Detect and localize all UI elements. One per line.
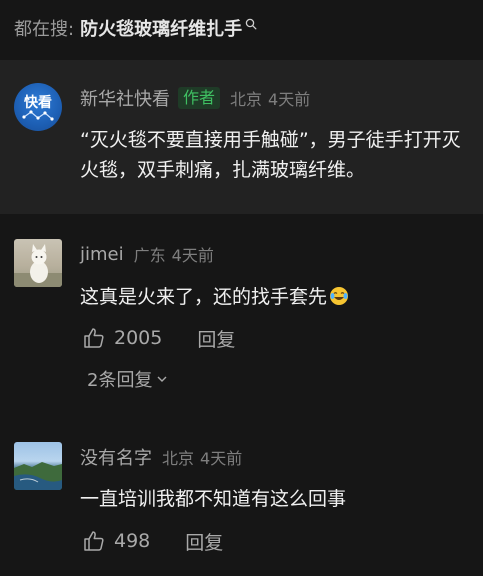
search-suggestion-bar[interactable]: 都在搜: 防火毯玻璃纤维扎手 [0, 0, 483, 56]
author-post-time: 4天前 [268, 90, 311, 109]
author-avatar[interactable]: 快看 [14, 83, 62, 131]
cat-photo-icon [14, 244, 62, 287]
comment-2-text: 一直培训我都不知道有这么回事 [80, 488, 347, 510]
author-badge: 作者 [178, 87, 221, 109]
comment-2-actions: 498 回复 [82, 527, 223, 555]
comment-1-expand-replies[interactable]: 2条回复 [87, 366, 168, 392]
author-post: 快看 新华社快看 作者 北京 4天前 “灭火毯不要直接用手触碰”，男子徒手打开灭… [0, 60, 483, 214]
comment-2-user-name[interactable]: 没有名字 [80, 444, 152, 470]
commenter-avatar-no-name[interactable] [14, 442, 62, 490]
comment-2-name-row: 没有名字 北京 4天前 [80, 444, 242, 470]
comment-1-name-row: jimei 广东 4天前 [80, 241, 214, 267]
comment-1-like-count: 2005 [114, 327, 163, 349]
comment-page: 都在搜: 防火毯玻璃纤维扎手 快看 新华社快看 作者 北京 4天前 “灭火毯不要… [0, 0, 483, 576]
search-query-link[interactable]: 防火毯玻璃纤维扎手 [80, 15, 242, 41]
author-name-row: 新华社快看 作者 北京 4天前 [80, 85, 310, 111]
avatar-constellation-icon [22, 110, 54, 121]
crying-laughing-emoji [330, 287, 349, 305]
comment-1-actions: 2005 回复 [82, 324, 235, 352]
comment-2-like-count: 498 [114, 530, 151, 552]
author-post-text: “灭火毯不要直接用手触碰”，男子徒手打开灭火毯，双手刺痛，扎满玻璃纤维。 [80, 129, 461, 181]
chevron-down-icon [157, 376, 167, 382]
comment-2-location: 北京 [162, 449, 195, 468]
comment-2-time: 4天前 [200, 449, 243, 468]
comment-1-reply-button[interactable]: 回复 [197, 325, 235, 352]
comment-1-text-row: 这真是火来了，还的找手套先 [80, 283, 349, 311]
thumbs-up-icon[interactable] [82, 326, 106, 350]
comment-1-time: 4天前 [171, 246, 214, 265]
author-user-name[interactable]: 新华社快看 [80, 85, 170, 111]
expand-replies-label: 2条回复 [87, 370, 153, 391]
thumbs-up-icon[interactable] [82, 529, 106, 553]
search-icon [245, 18, 257, 30]
author-location: 北京 [230, 90, 263, 109]
search-prefix-label: 都在搜: [14, 19, 75, 40]
commenter-avatar-jimei[interactable] [14, 239, 62, 287]
comment-2-reply-button[interactable]: 回复 [185, 528, 223, 555]
comment-1-location: 广东 [133, 246, 166, 265]
comment-1-text: 这真是火来了，还的找手套先 [80, 286, 328, 308]
landscape-photo-icon [14, 462, 62, 490]
comment-1-user-name[interactable]: jimei [80, 244, 124, 265]
